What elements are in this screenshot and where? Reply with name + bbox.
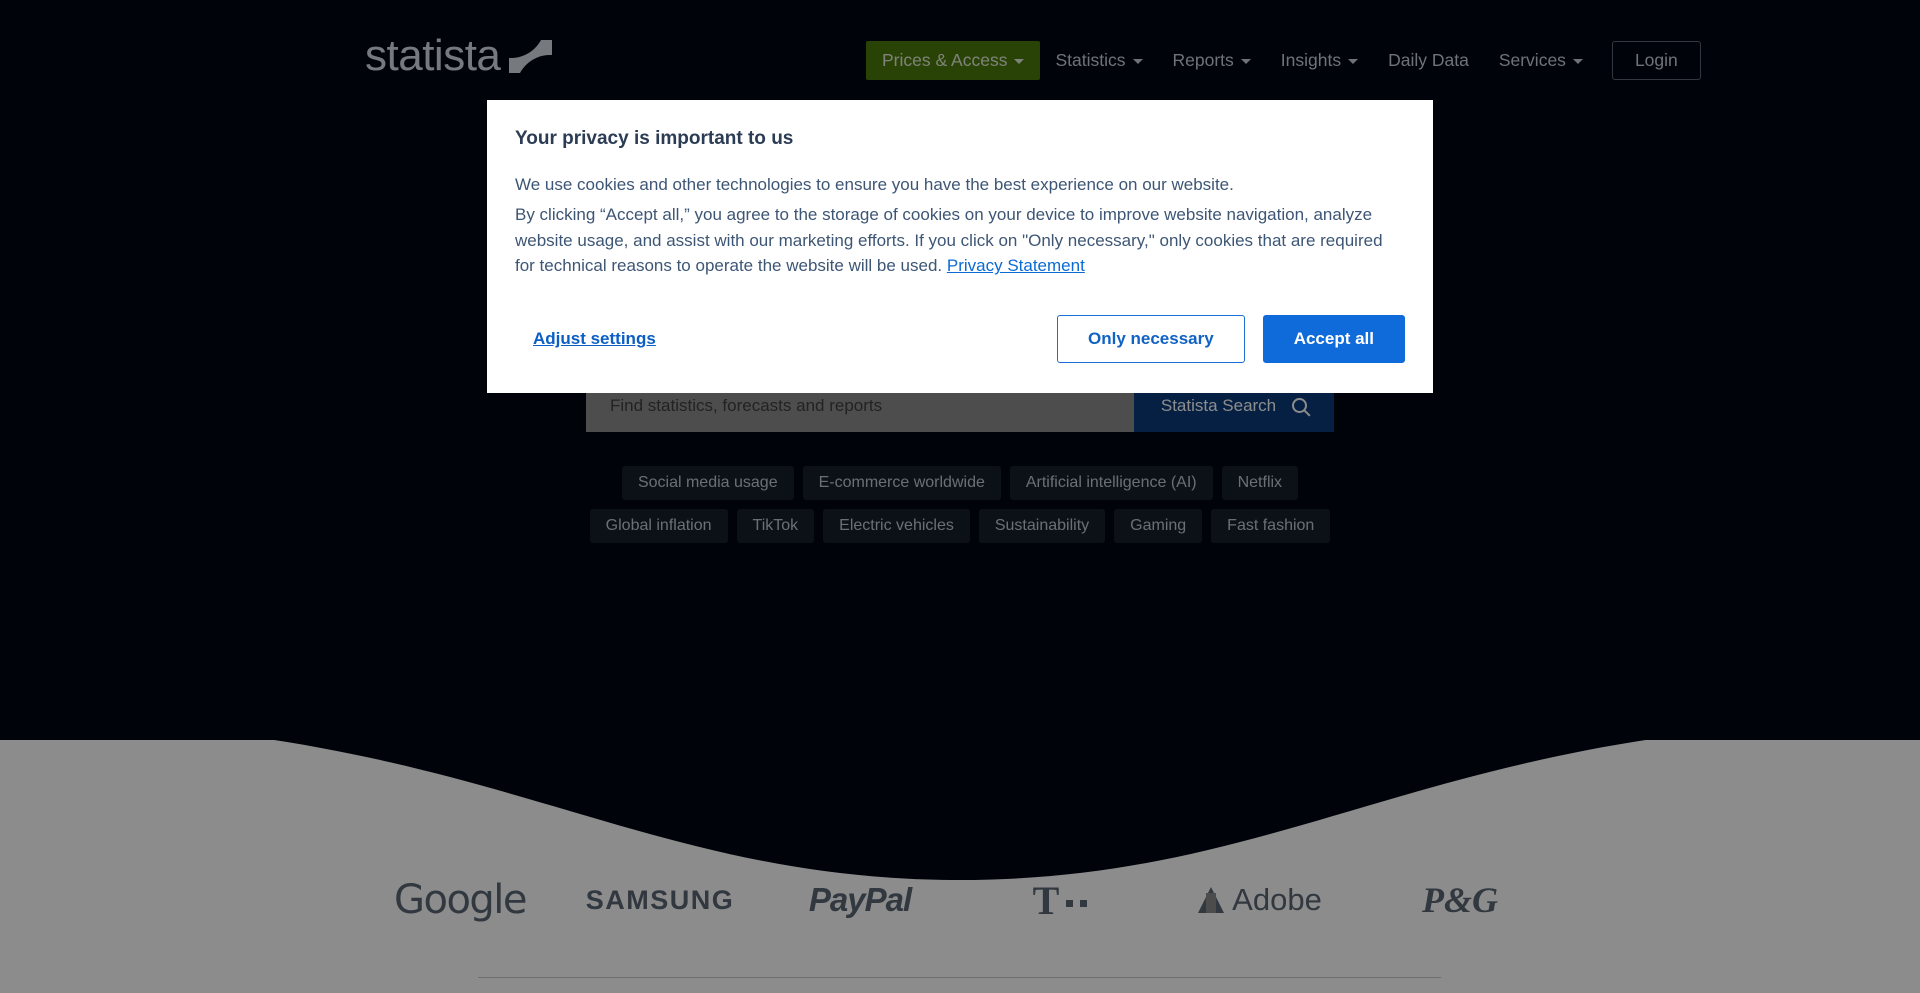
adjust-settings-link[interactable]: Adjust settings — [533, 329, 656, 349]
only-necessary-button[interactable]: Only necessary — [1056, 315, 1245, 364]
privacy-statement-link[interactable]: Privacy Statement — [947, 256, 1085, 275]
cookie-dialog-paragraph-2: By clicking “Accept all,” you agree to t… — [515, 202, 1405, 279]
cookie-dialog-actions: Adjust settings Only necessary Accept al… — [515, 315, 1405, 364]
accept-all-button[interactable]: Accept all — [1262, 315, 1405, 364]
cookie-button-group: Only necessary Accept all — [1056, 315, 1405, 364]
cookie-dialog-title: Your privacy is important to us — [515, 128, 794, 149]
cookie-dialog-paragraph-1: We use cookies and other technologies to… — [515, 175, 1234, 194]
cookie-consent-dialog: Your privacy is important to us We use c… — [487, 100, 1433, 394]
